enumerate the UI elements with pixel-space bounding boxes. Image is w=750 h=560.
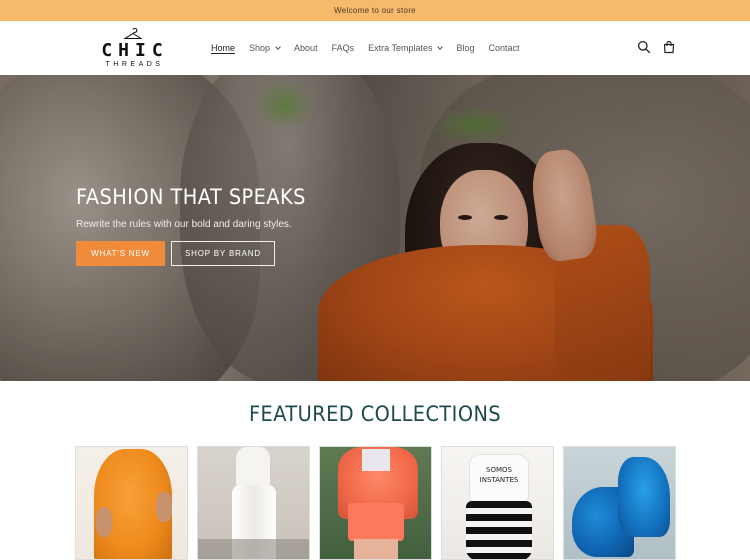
chevron-down-icon (275, 43, 281, 50)
collection-card[interactable] (75, 446, 188, 560)
logo-tagline: THREADS (105, 61, 164, 68)
product-image-arm (156, 492, 172, 522)
nav-about-label: About (294, 43, 318, 53)
product-image-blue-heel (618, 457, 670, 537)
collection-card[interactable] (197, 446, 310, 560)
shop-by-brand-button[interactable]: SHOP BY BRAND (171, 241, 275, 266)
nav-shop-label: Shop (249, 43, 271, 53)
hero-banner: FASHION THAT SPEAKS Rewrite the rules wi… (0, 75, 750, 381)
nav-faqs[interactable]: FAQs (332, 43, 355, 53)
store-logo[interactable]: CHIC THREADS (95, 28, 171, 68)
announcement-bar: Welcome to our store (0, 0, 750, 21)
nav-blog-label: Blog (456, 43, 475, 53)
announcement-text: Welcome to our store (334, 6, 416, 15)
featured-collections-title: FEATURED COLLECTIONS (248, 402, 502, 426)
site-header: CHIC THREADS Home Shop About FAQs Extra … (0, 21, 750, 75)
collection-card[interactable] (319, 446, 432, 560)
nav-shop[interactable]: Shop (249, 43, 281, 53)
nav-faqs-label: FAQs (331, 43, 355, 53)
nav-home[interactable]: Home (211, 43, 235, 53)
collection-card[interactable]: SOMOS INSTANTES (441, 446, 554, 560)
product-image-arm (96, 507, 112, 537)
hero-content: FASHION THAT SPEAKS Rewrite the rules wi… (76, 185, 326, 266)
collections-grid: SOMOS INSTANTES (75, 446, 676, 560)
main-nav: Home Shop About FAQs Extra Templates Blo… (211, 41, 534, 55)
hero-title: FASHION THAT SPEAKS (76, 185, 306, 209)
logo-wordmark: CHIC (101, 40, 169, 61)
hanger-icon (123, 28, 143, 39)
whats-new-button[interactable]: WHAT'S NEW (76, 241, 165, 266)
search-icon[interactable] (637, 40, 651, 54)
product-image-white-top (362, 449, 390, 471)
hero-subtitle: Rewrite the rules with our bold and dari… (76, 219, 292, 230)
nav-contact-label: Contact (488, 43, 520, 53)
product-image-tshirt-print: SOMOS INSTANTES (479, 466, 519, 484)
nav-extra-templates-label: Extra Templates (368, 43, 433, 53)
featured-collections-heading: FEATURED COLLECTIONS (0, 402, 750, 426)
product-image-coral-shorts (348, 503, 404, 541)
nav-home-label: Home (211, 43, 236, 53)
hero-buttons: WHAT'S NEW SHOP BY BRAND (76, 241, 326, 266)
product-image-legs (354, 539, 398, 559)
chevron-down-icon (437, 43, 444, 50)
product-image-white-outfit (236, 447, 270, 487)
cart-icon[interactable] (662, 40, 676, 54)
product-image-floor (198, 539, 309, 559)
nav-blog[interactable]: Blog (456, 43, 474, 53)
nav-extra-templates[interactable]: Extra Templates (368, 43, 444, 53)
collection-card[interactable] (563, 446, 676, 560)
nav-contact[interactable]: Contact (488, 43, 519, 53)
nav-about[interactable]: About (294, 43, 318, 53)
product-image-striped-skirt (466, 501, 532, 559)
